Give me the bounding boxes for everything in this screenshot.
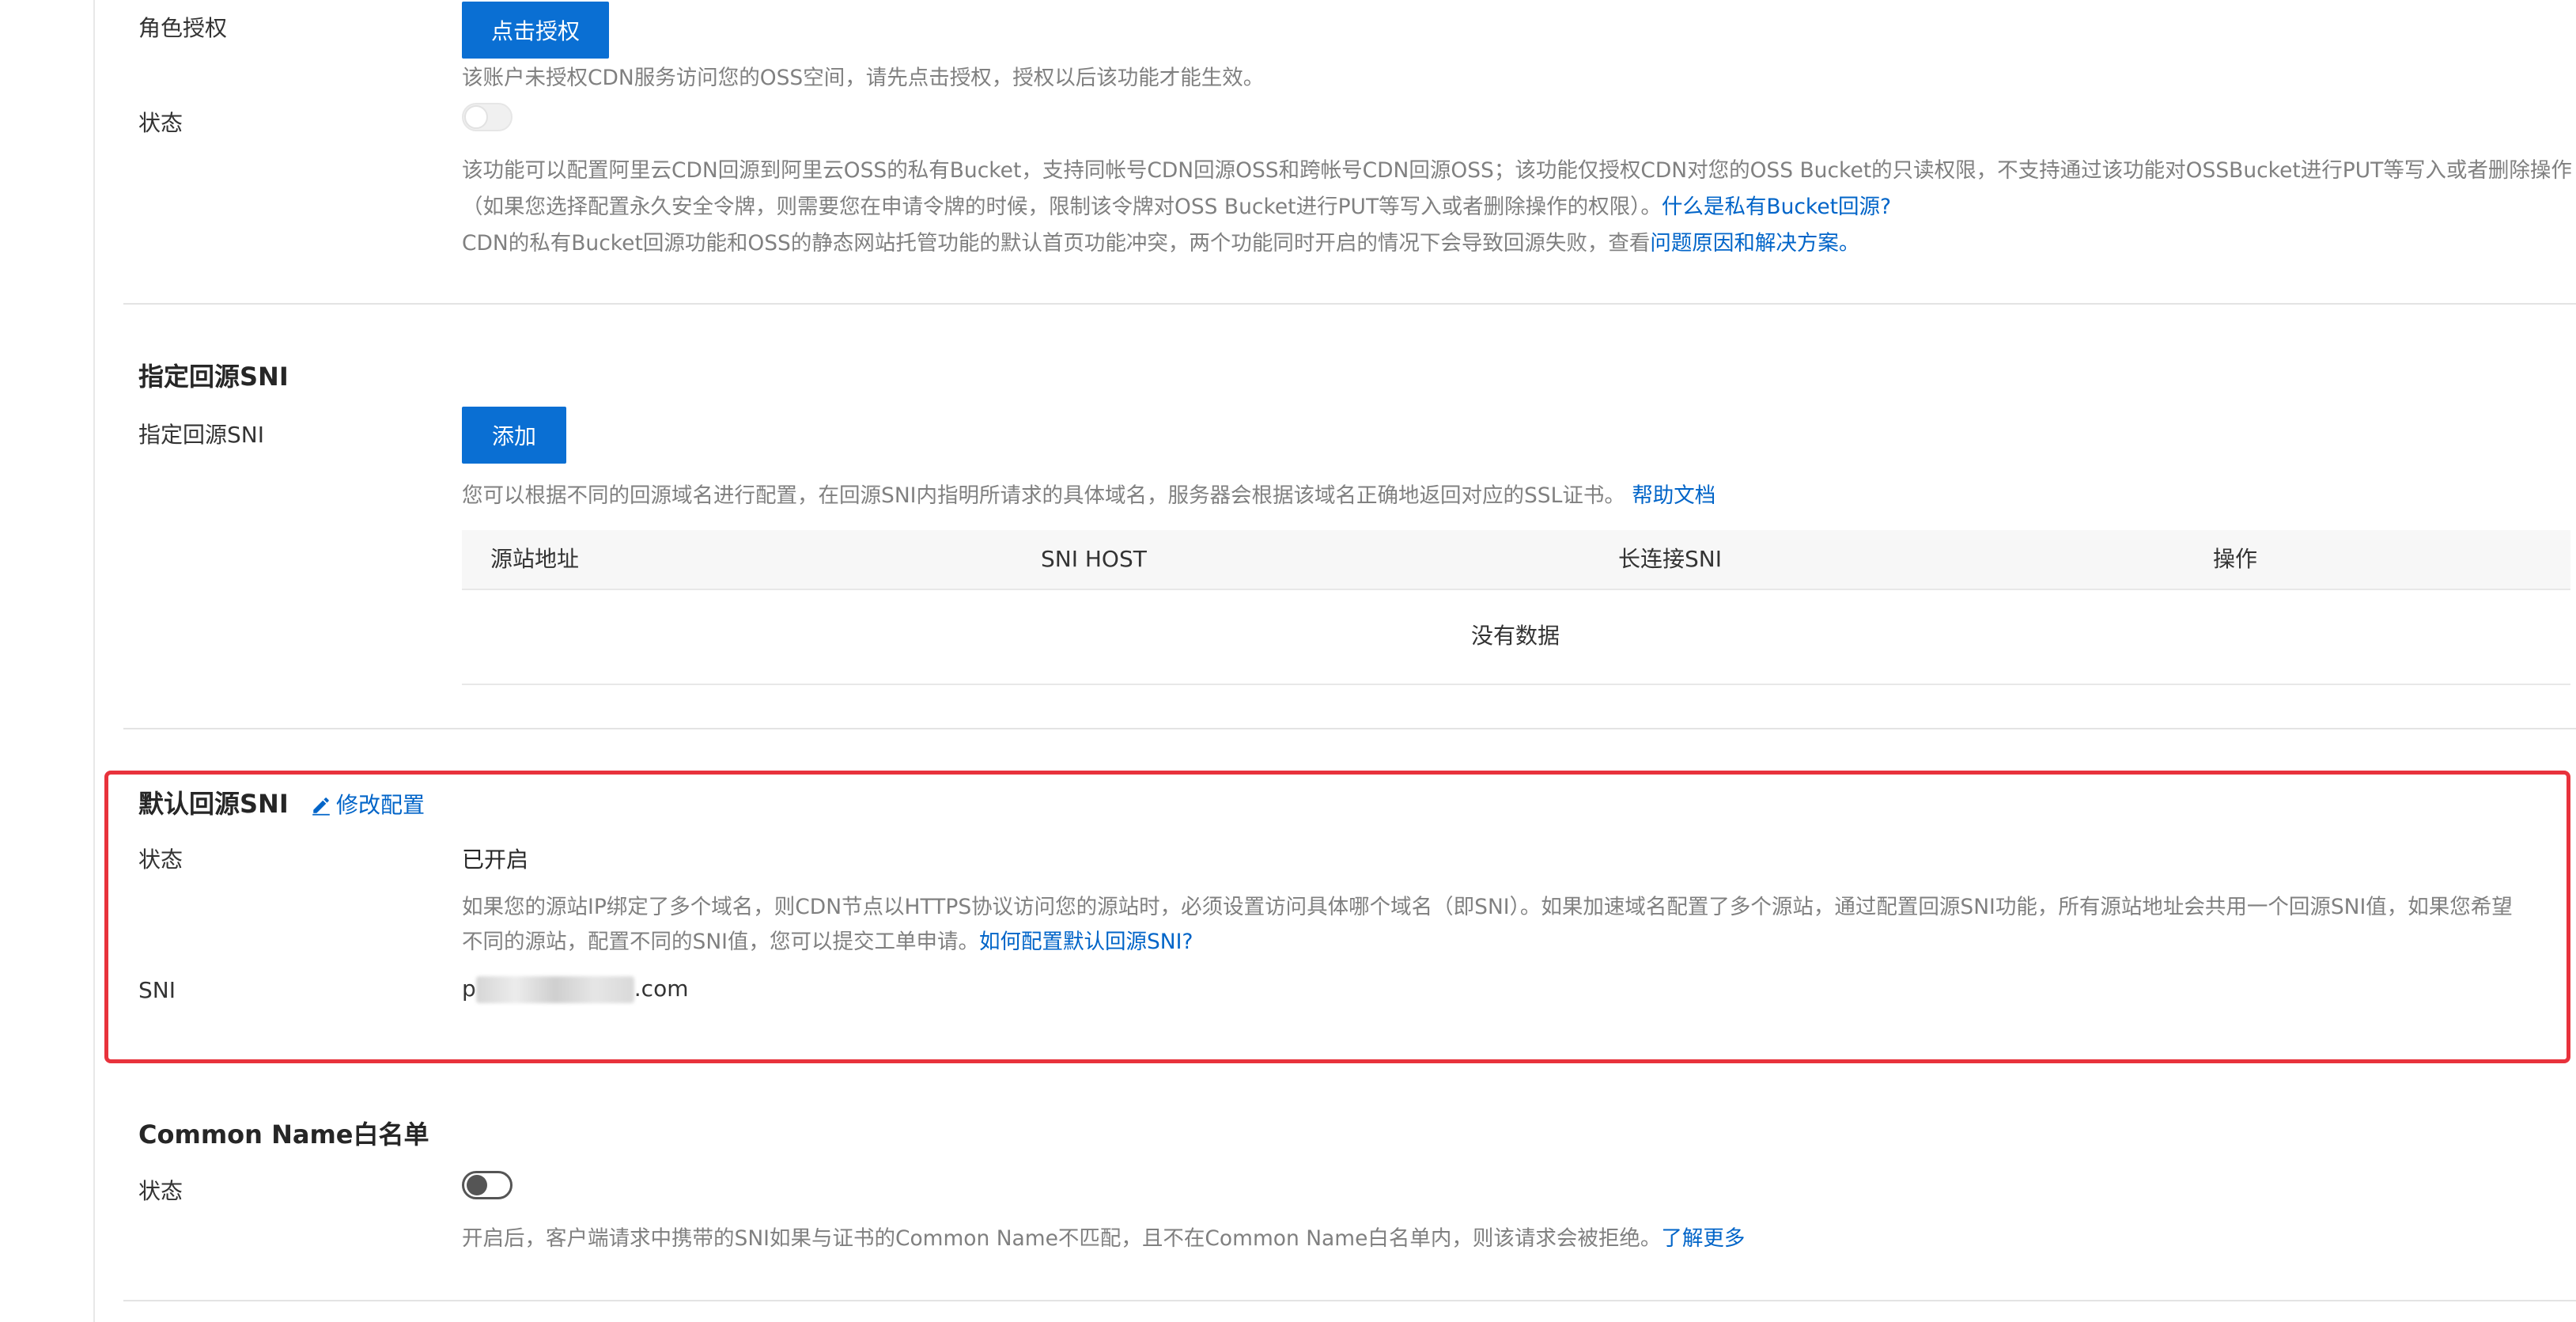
- specified-sni-title: 指定回源SNI: [138, 362, 289, 392]
- common-name-toggle[interactable]: [462, 1171, 513, 1199]
- default-sni-desc-text: 不同的源站，配置不同的SNI值，您可以提交工单申请。: [462, 930, 979, 954]
- authorize-button[interactable]: 点击授权: [462, 2, 609, 59]
- section-divider: [123, 1300, 2576, 1301]
- default-sni-status-value: 已开启: [462, 847, 529, 873]
- common-name-desc-text: 开启后，客户端请求中携带的SNI如果与证书的Common Name不匹配，且不在…: [462, 1226, 1662, 1251]
- left-sidebar-divider: [93, 0, 95, 1322]
- specified-sni-hint: 您可以根据不同的回源域名进行配置，在回源SNI内指明所请求的具体域名，服务器会根…: [462, 478, 1715, 514]
- specified-sni-label: 指定回源SNI: [138, 422, 264, 448]
- column-actions: 操作: [2213, 546, 2258, 572]
- common-name-status-label: 状态: [138, 1178, 183, 1204]
- private-bucket-desc-line2: （如果您选择配置永久安全令牌，则需要您在申请令牌的时候，限制该令牌对OSS Bu…: [462, 189, 1891, 225]
- default-sni-title: 默认回源SNI: [138, 789, 289, 819]
- help-doc-link[interactable]: 帮助文档: [1632, 483, 1715, 508]
- column-sni-host: SNI HOST: [1041, 546, 1147, 572]
- common-name-title: Common Name白名单: [138, 1119, 429, 1150]
- default-sni-status-label: 状态: [138, 847, 183, 873]
- private-bucket-toggle[interactable]: [462, 103, 513, 131]
- private-bucket-desc-line3: CDN的私有Bucket回源功能和OSS的静态网站托管功能的默认首页功能冲突，两…: [462, 225, 1859, 262]
- private-bucket-desc-line1: 该功能可以配置阿里云CDN回源到阿里云OSS的私有Bucket，支持同帐号CDN…: [462, 158, 2572, 183]
- section-divider: [123, 303, 2576, 305]
- edit-icon: [312, 797, 330, 816]
- empty-table-text: 没有数据: [1471, 623, 1560, 649]
- private-bucket-desc-text: （如果您选择配置永久安全令牌，则需要您在申请令牌的时候，限制该令牌对OSS Bu…: [462, 195, 1662, 219]
- redacted-domain: [475, 976, 634, 1003]
- sni-value-prefix: p: [462, 975, 476, 1002]
- default-sni-desc-line2: 不同的源站，配置不同的SNI值，您可以提交工单申请。如何配置默认回源SNI?: [462, 924, 1193, 960]
- how-to-configure-sni-link[interactable]: 如何配置默认回源SNI?: [979, 930, 1193, 954]
- specified-sni-hint-text: 您可以根据不同的回源域名进行配置，在回源SNI内指明所请求的具体域名，服务器会根…: [462, 483, 1625, 508]
- table-empty-row: 没有数据: [462, 590, 2570, 685]
- private-bucket-status-label: 状态: [138, 110, 183, 136]
- common-name-desc: 开启后，客户端请求中携带的SNI如果与证书的Common Name不匹配，且不在…: [462, 1221, 1745, 1257]
- default-sni-desc-line1: 如果您的源站IP绑定了多个域名，则CDN节点以HTTPS协议访问您的源站时，必须…: [462, 895, 2513, 919]
- column-keepalive-sni: 长连接SNI: [1618, 546, 1722, 572]
- what-is-private-bucket-link[interactable]: 什么是私有Bucket回源?: [1662, 195, 1891, 219]
- private-bucket-conflict-text: CDN的私有Bucket回源功能和OSS的静态网站托管功能的默认首页功能冲突，两…: [462, 231, 1651, 256]
- column-origin-address: 源站地址: [490, 546, 580, 572]
- role-auth-label: 角色授权: [138, 15, 228, 41]
- learn-more-link[interactable]: 了解更多: [1661, 1226, 1745, 1251]
- sni-label: SNI: [138, 977, 176, 1003]
- sni-table-header: 源站地址 SNI HOST 长连接SNI 操作: [462, 530, 2570, 590]
- sni-value-suffix: .com: [634, 975, 689, 1002]
- sni-value: p .com: [462, 975, 688, 1003]
- section-divider: [123, 728, 2576, 729]
- problem-solution-link[interactable]: 问题原因和解决方案。: [1650, 231, 1859, 256]
- edit-config-label: 修改配置: [336, 792, 426, 818]
- edit-config-link[interactable]: 修改配置: [311, 791, 425, 820]
- role-auth-hint: 该账户未授权CDN服务访问您的OSS空间，请先点击授权，授权以后该功能才能生效。: [462, 66, 1265, 90]
- add-sni-button[interactable]: 添加: [462, 407, 566, 464]
